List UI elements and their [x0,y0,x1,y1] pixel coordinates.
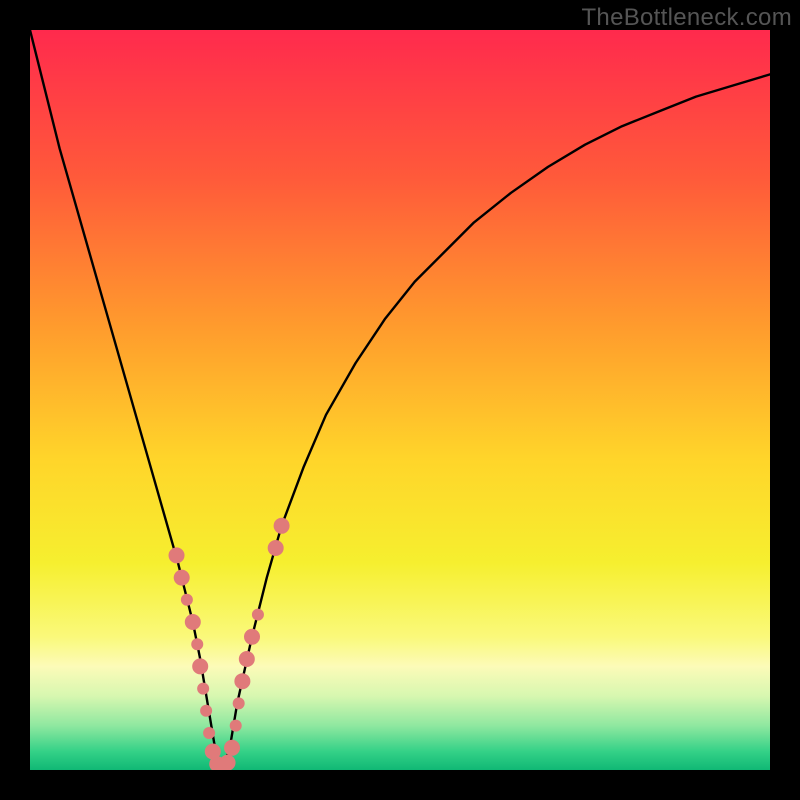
watermark-label: TheBottleneck.com [581,4,792,32]
data-marker [252,609,264,621]
data-marker [230,720,242,732]
bottleneck-curve-chart [30,30,770,770]
data-marker [203,727,215,739]
data-marker [169,547,185,563]
data-marker [191,638,203,650]
data-marker [234,673,250,689]
data-marker [185,614,201,630]
data-marker [192,658,208,674]
data-marker [174,570,190,586]
data-marker [244,629,260,645]
data-marker [239,651,255,667]
gradient-background [30,30,770,770]
data-marker [220,755,236,770]
data-marker [200,705,212,717]
data-marker [181,594,193,606]
data-marker [224,740,240,756]
data-marker [233,697,245,709]
data-marker [197,683,209,695]
data-marker [274,518,290,534]
chart-container: TheBottleneck.com [0,0,800,800]
plot-area [30,30,770,770]
data-marker [268,540,284,556]
